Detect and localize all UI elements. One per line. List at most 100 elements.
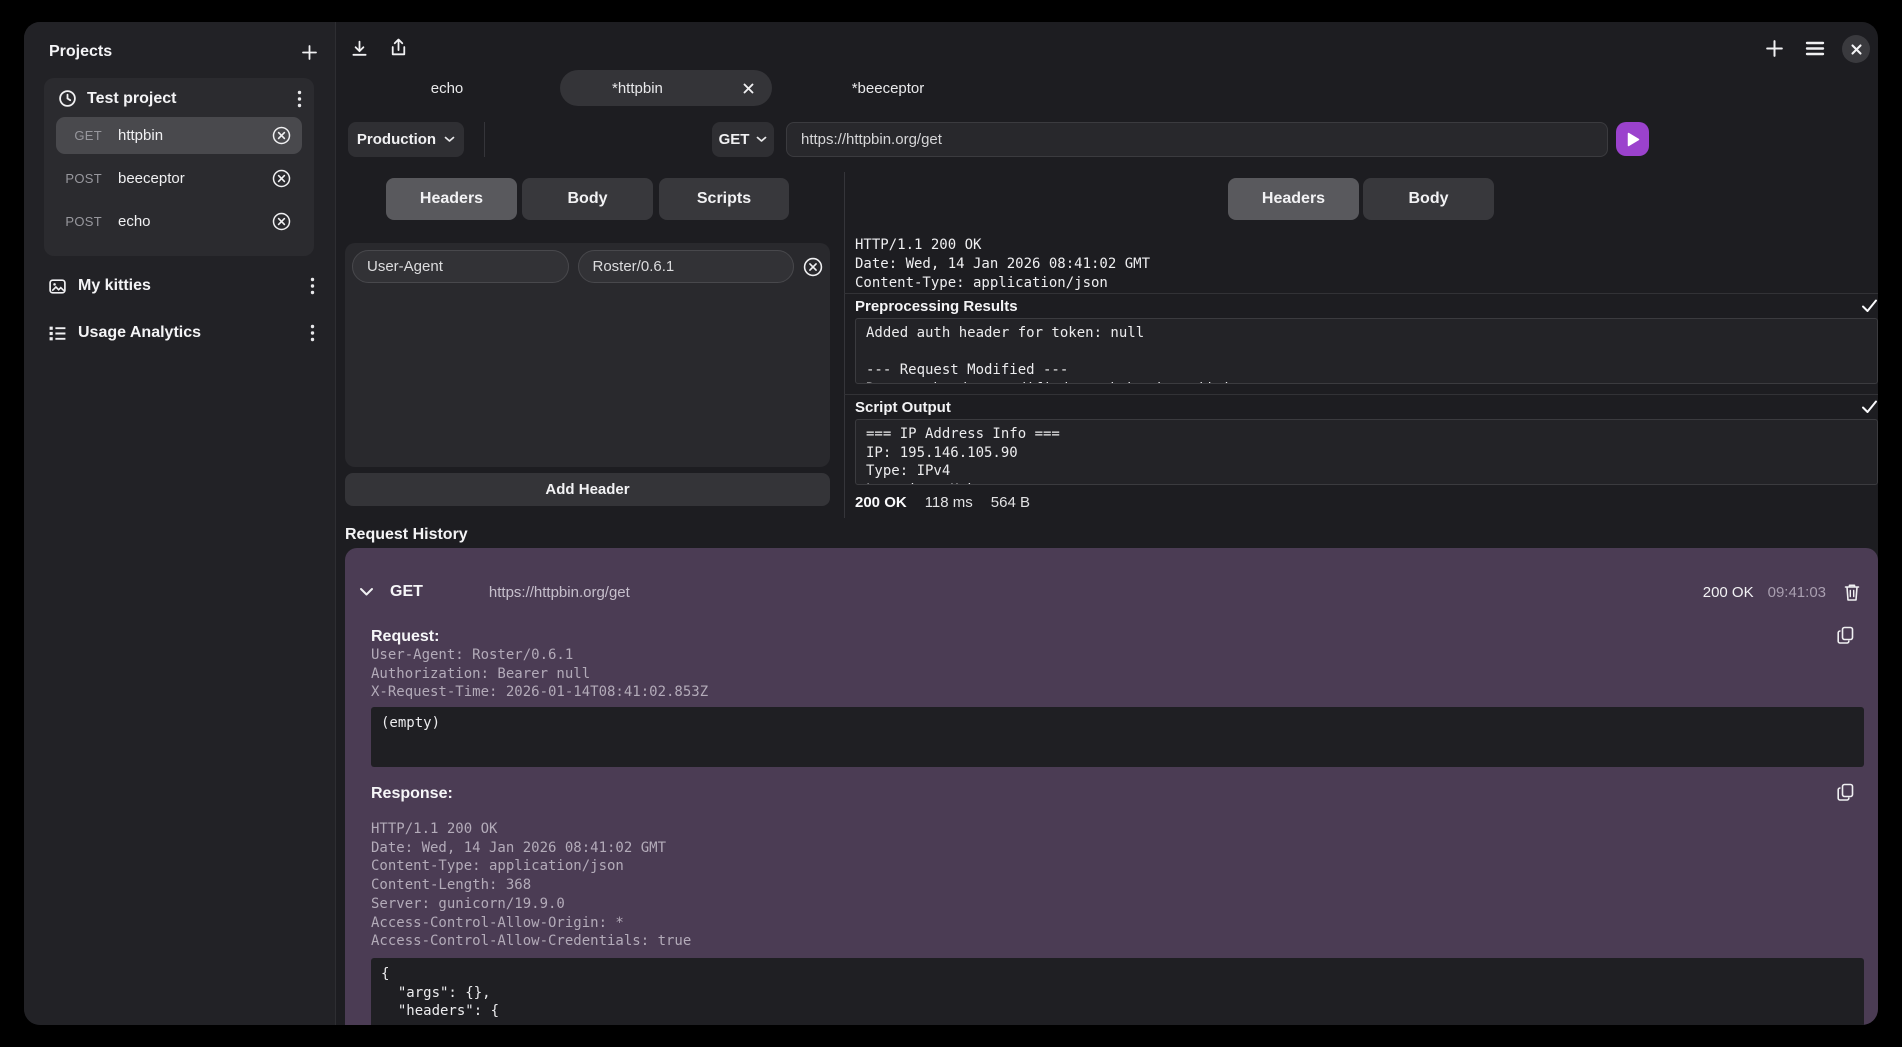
remove-request-icon[interactable] (272, 212, 291, 231)
sidebar-title: Projects (49, 43, 112, 61)
header-value-input[interactable] (578, 250, 795, 283)
chevron-down-icon (444, 136, 455, 143)
method-select[interactable]: GET (712, 122, 774, 157)
tab-label: Scripts (697, 190, 751, 208)
add-header-label: Add Header (545, 481, 629, 498)
project-kebab-icon[interactable] (297, 90, 302, 108)
tab-label: Headers (420, 190, 483, 208)
sidebar-request-httpbin[interactable]: GET httpbin (56, 117, 302, 154)
collection-label: Usage Analytics (78, 324, 310, 342)
divider (844, 394, 1878, 395)
request-name-label: httpbin (118, 127, 272, 144)
remove-request-icon[interactable] (272, 126, 291, 145)
history-response-body: { "args": {}, "headers": { (371, 958, 1864, 1025)
sidebar-request-beeceptor[interactable]: POST beeceptor (56, 160, 302, 197)
remove-request-icon[interactable] (272, 169, 291, 188)
list-icon (48, 324, 67, 343)
menu-icon[interactable] (1804, 39, 1826, 58)
script-output: === IP Address Info === IP: 195.146.105.… (855, 419, 1878, 485)
method-label: GET (719, 131, 750, 148)
tab-label: echo (431, 80, 464, 97)
divider (484, 122, 485, 157)
tab-label: Headers (1262, 190, 1325, 208)
preprocessing-output: Added auth header for token: null --- Re… (855, 318, 1878, 384)
tab-request-body[interactable]: Body (522, 178, 653, 220)
close-icon[interactable] (1842, 35, 1870, 63)
history-entry: GET https://httpbin.org/get 200 OK 09:41… (345, 548, 1878, 1025)
panel-divider (844, 172, 845, 518)
header-key-input[interactable] (352, 250, 569, 283)
tab-beeceptor[interactable]: *beeceptor (836, 70, 940, 106)
section-title: Preprocessing Results (855, 298, 1018, 315)
chevron-down-icon[interactable] (359, 587, 374, 597)
divider (844, 293, 1878, 294)
history-status: 200 OK (1703, 584, 1754, 601)
copy-icon[interactable] (1837, 626, 1854, 645)
sidebar-header: Projects (49, 36, 319, 68)
send-button[interactable] (1616, 122, 1649, 156)
response-headers-preview: HTTP/1.1 200 OK Date: Wed, 14 Jan 2026 0… (855, 236, 1878, 291)
history-title: Request History (345, 526, 468, 544)
response-body-text: { "args": {}, "headers": { (381, 965, 1854, 1021)
add-header-button[interactable]: Add Header (345, 473, 830, 506)
request-body-text: (empty) (381, 714, 1854, 733)
sidebar-item-my-kitties[interactable]: My kitties (48, 273, 315, 299)
play-icon (1626, 132, 1640, 147)
request-label: Request: (371, 628, 439, 646)
response-label: Response: (371, 785, 453, 803)
sidebar-request-echo[interactable]: POST echo (56, 203, 302, 240)
request-method-label: POST (56, 214, 102, 229)
sidebar-item-usage-analytics[interactable]: Usage Analytics (48, 320, 315, 346)
request-method-label: POST (56, 171, 102, 186)
script-output-text: === IP Address Info === IP: 195.146.105.… (866, 425, 1867, 485)
collection-label: My kitties (78, 277, 310, 295)
environment-select[interactable]: Production (348, 122, 464, 157)
tab-response-headers[interactable]: Headers (1228, 178, 1359, 220)
history-entry-header[interactable]: GET https://httpbin.org/get 200 OK 09:41… (359, 574, 1860, 610)
script-output-section-header[interactable]: Script Output (855, 396, 1878, 418)
collection-kebab-icon[interactable] (310, 277, 315, 295)
response-headers-text: HTTP/1.1 200 OK Date: Wed, 14 Jan 2026 0… (855, 236, 1878, 291)
tab-request-headers[interactable]: Headers (386, 178, 517, 220)
project-name: Test project (87, 90, 297, 108)
check-icon (1861, 400, 1878, 414)
collection-kebab-icon[interactable] (310, 324, 315, 342)
history-request-body: (empty) (371, 707, 1864, 767)
close-tab-icon[interactable] (743, 83, 754, 94)
share-icon[interactable] (388, 37, 409, 58)
tab-request-scripts[interactable]: Scripts (659, 178, 789, 220)
check-icon (1861, 299, 1878, 313)
request-name-label: echo (118, 213, 272, 230)
tab-httpbin[interactable]: *httpbin (560, 70, 772, 106)
trash-icon[interactable] (1844, 583, 1860, 602)
response-status-bar: 200 OK 118 ms 564 B (855, 494, 1030, 511)
tab-label: *httpbin (612, 80, 663, 97)
header-row (352, 250, 823, 283)
history-method: GET (390, 583, 423, 601)
history-url: https://httpbin.org/get (489, 584, 1703, 601)
remove-header-icon[interactable] (803, 257, 823, 277)
history-time: 09:41:03 (1768, 584, 1826, 601)
response-size: 564 B (991, 494, 1030, 511)
clock-icon (58, 89, 77, 108)
copy-icon[interactable] (1837, 783, 1854, 802)
preprocessing-text: Added auth header for token: null --- Re… (866, 324, 1867, 384)
project-group-header[interactable]: Test project (44, 78, 314, 117)
sidebar: Projects Test project GET httpbin (24, 22, 336, 1025)
response-time: 118 ms (925, 494, 973, 511)
status-code: 200 OK (855, 494, 907, 511)
tab-echo[interactable]: echo (399, 70, 495, 106)
preprocessing-section-header[interactable]: Preprocessing Results (855, 295, 1878, 317)
url-input[interactable] (786, 122, 1608, 157)
project-group: Test project GET httpbin POST beeceptor (44, 78, 314, 256)
history-response-headers: HTTP/1.1 200 OK Date: Wed, 14 Jan 2026 0… (371, 820, 691, 951)
image-icon (48, 277, 67, 296)
chevron-down-icon (756, 136, 767, 143)
tab-response-body[interactable]: Body (1363, 178, 1494, 220)
add-project-icon[interactable] (300, 43, 319, 62)
download-icon[interactable] (350, 39, 369, 58)
new-tab-icon[interactable] (1764, 38, 1785, 59)
section-title: Script Output (855, 399, 951, 416)
tab-label: Body (1409, 190, 1449, 208)
request-method-label: GET (56, 128, 102, 143)
